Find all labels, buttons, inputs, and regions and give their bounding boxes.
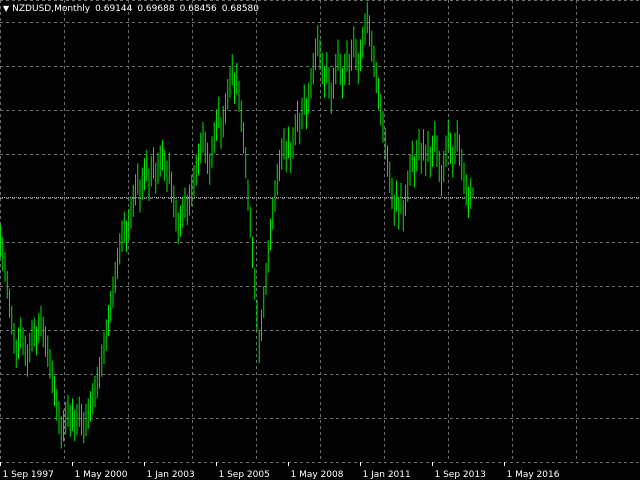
x-axis-tick-label: 1 May 2016	[507, 470, 560, 480]
low-value: 0.68456	[179, 4, 217, 14]
x-axis-tick-label: 1 Jan 2003	[147, 470, 195, 480]
x-axis-tick-label: 1 Sep 2005	[219, 470, 270, 480]
x-axis-tick-label: 1 May 2008	[291, 470, 344, 480]
chart-info-line: ▼ NZDUSD,Monthly 0.69144 0.69688 0.68456 0.68…	[3, 3, 259, 15]
symbol-timeframe: NZDUSD,Monthly	[12, 4, 91, 14]
x-axis-tick-label: 1 Sep 1997	[3, 470, 54, 480]
chart-window[interactable]: 1 Sep 1997 1 May 2000 1 Jan 2003 1 Sep 2005…	[0, 0, 640, 480]
x-axis-tick-label: 1 Jan 2011	[363, 470, 411, 480]
high-value: 0.69688	[137, 4, 175, 14]
open-value: 0.69144	[95, 4, 133, 14]
x-axis-tick-label: 1 May 2000	[75, 470, 128, 480]
triangle-down-icon[interactable]: ▼	[3, 4, 9, 13]
price-chart[interactable]: 1 Sep 1997 1 May 2000 1 Jan 2003 1 Sep 2005…	[0, 0, 640, 480]
x-axis-tick-label: 1 Sep 2013	[435, 470, 486, 480]
close-value: 0.68580	[221, 4, 259, 14]
